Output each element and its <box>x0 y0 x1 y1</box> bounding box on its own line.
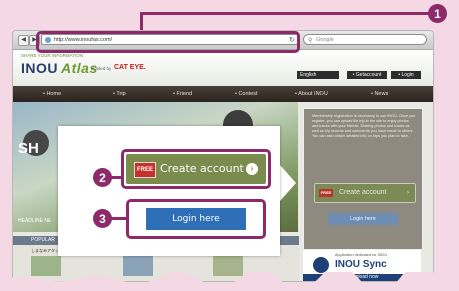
site-header: SHARE YOUR INFORMATION INOU Atlas Hosted … <box>13 50 433 86</box>
nav-home[interactable]: • Home <box>43 86 61 102</box>
callout-1: 1 <box>428 4 447 23</box>
nav-about[interactable]: • About INOU <box>295 86 328 102</box>
nav-friend[interactable]: • Friend <box>173 86 192 102</box>
callout-2: 2 <box>93 168 112 187</box>
member-panel-text: Membership registration is necessary to … <box>312 114 416 138</box>
zoom-pointer <box>280 165 296 201</box>
nav-news[interactable]: • News <box>371 86 388 102</box>
zoom-panel: FREE Create account › Login here <box>58 126 280 256</box>
logo-main: INOU <box>21 60 58 76</box>
language-select[interactable]: English <box>297 71 339 79</box>
get-account-link[interactable]: • Getaccount <box>347 71 387 79</box>
side-login-button[interactable]: Login here <box>328 213 398 225</box>
hero-headline: SH <box>18 140 39 157</box>
search-icon: ⚲ <box>308 38 313 44</box>
nav-contest[interactable]: • Contest <box>235 86 257 102</box>
callout-1-line-horizontal <box>140 12 430 15</box>
inou-sync-logo-icon <box>313 257 329 273</box>
member-panel: Membership registration is necessary to … <box>303 108 423 250</box>
site-logo[interactable]: INOU Atlas <box>21 60 98 76</box>
logo-tagline: SHARE YOUR INFORMATION <box>21 53 84 58</box>
back-icon[interactable]: ◀ <box>18 35 29 46</box>
side-create-account-button[interactable]: FREE Create account › <box>314 183 416 203</box>
torn-edge <box>0 272 459 291</box>
side-create-label: Create account <box>339 189 387 196</box>
callout-3: 3 <box>93 209 112 228</box>
main-nav: • Home • Trip • Friend • Contest • About… <box>13 86 433 102</box>
sponsor-logo[interactable]: CAT EYE. <box>114 64 146 71</box>
search-input[interactable]: ⚲ Google <box>303 34 427 45</box>
hero-subheadline: HEADLINE NE <box>18 218 52 224</box>
login-link[interactable]: • Login <box>391 71 421 79</box>
nav-trip[interactable]: • Trip <box>113 86 126 102</box>
hosted-by-label: Hosted by <box>91 66 112 71</box>
sync-title: INOU Sync <box>335 259 387 270</box>
login-here-highlight <box>126 199 266 239</box>
callout-3-line <box>110 217 127 220</box>
side-free-badge: FREE <box>319 189 333 197</box>
url-bar-highlight <box>36 31 300 53</box>
arrow-right-icon: › <box>407 190 409 196</box>
search-placeholder: Google <box>316 37 334 43</box>
create-account-highlight <box>121 149 271 189</box>
sync-caption: Application dedicated for INOU <box>335 253 388 257</box>
